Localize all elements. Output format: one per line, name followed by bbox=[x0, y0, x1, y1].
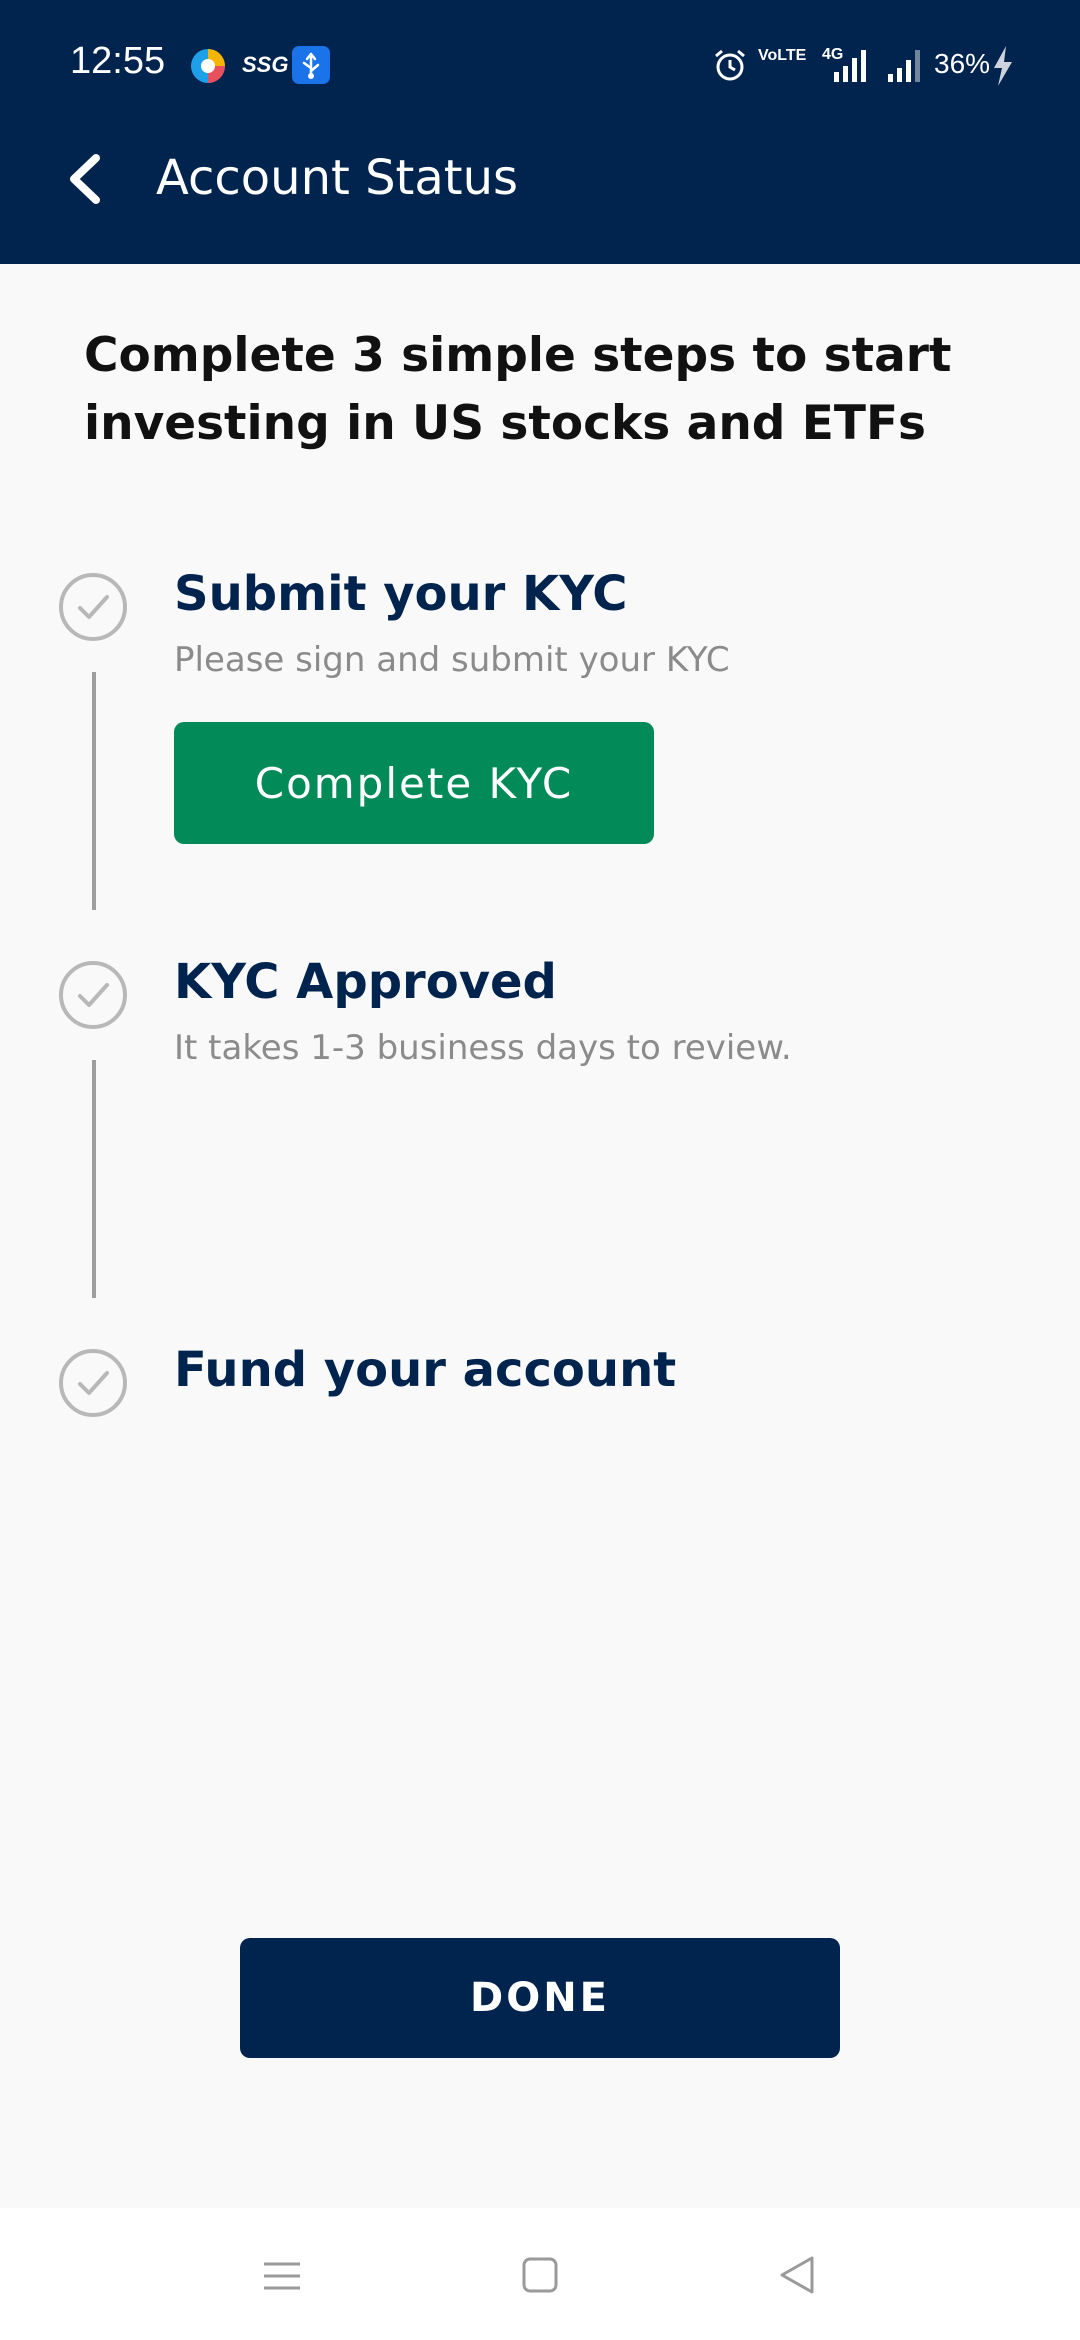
step-subtitle-kyc-approved: It takes 1-3 business days to review. bbox=[174, 1028, 792, 1068]
status-time: 12:55 bbox=[70, 40, 166, 82]
chevron-left-icon bbox=[70, 154, 100, 204]
check-circle-icon bbox=[59, 573, 127, 641]
intro-heading: Complete 3 simple steps to start investi… bbox=[84, 328, 952, 451]
charging-icon bbox=[994, 46, 1012, 86]
step-connector bbox=[92, 1060, 96, 1298]
ssg-icon: SSG bbox=[242, 52, 289, 77]
usb-icon bbox=[292, 46, 330, 84]
step-connector bbox=[92, 672, 96, 910]
done-button[interactable]: DONE bbox=[240, 1938, 840, 2058]
home-square-icon[interactable] bbox=[510, 2246, 570, 2306]
menu-icon[interactable] bbox=[252, 2246, 312, 2306]
volte-icon: VoLTE bbox=[758, 47, 807, 64]
browser-icon bbox=[191, 49, 225, 83]
signal-icon bbox=[888, 50, 920, 82]
status-bar: 12:55 SSG VoLTE 4G 36% bbox=[0, 0, 1080, 132]
system-nav-bar bbox=[0, 2208, 1080, 2340]
page-title: Account Status bbox=[156, 150, 519, 206]
step-title-submit-kyc: Submit your KYC bbox=[174, 566, 628, 622]
battery-percentage: 36% bbox=[934, 48, 991, 79]
step-title-fund-account: Fund your account bbox=[174, 1342, 677, 1398]
signal-4g-icon bbox=[834, 50, 866, 82]
alarm-icon bbox=[715, 49, 745, 81]
back-triangle-icon[interactable] bbox=[768, 2246, 828, 2306]
complete-kyc-button[interactable]: Complete KYC bbox=[174, 722, 654, 844]
app-header: 12:55 SSG VoLTE 4G 36% Account Status bbox=[0, 0, 1080, 264]
step-title-kyc-approved: KYC Approved bbox=[174, 954, 557, 1010]
back-button[interactable] bbox=[62, 152, 110, 206]
check-circle-icon bbox=[59, 961, 127, 1029]
check-circle-icon bbox=[59, 1349, 127, 1417]
step-subtitle-submit-kyc: Please sign and submit your KYC bbox=[174, 640, 730, 680]
